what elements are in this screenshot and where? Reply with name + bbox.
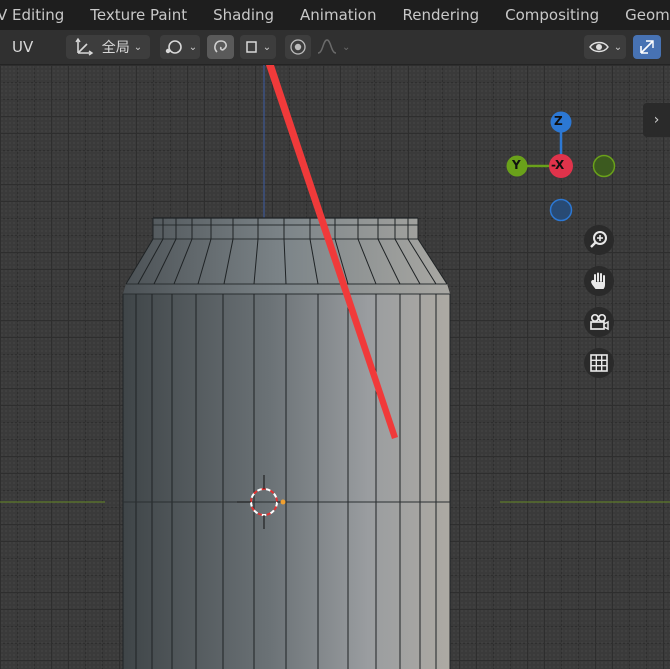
chevron-down-icon: ⌄ [133,41,143,53]
chevron-down-icon: ⌄ [342,41,351,53]
3d-viewport[interactable]: Z Y -X › [0,65,670,669]
bottle-mesh [122,217,451,669]
tab-shading[interactable]: Shading [200,0,287,30]
gizmo-pos-x [592,154,616,178]
tab-uv-editing[interactable]: V Editing [0,0,77,30]
gizmo-neg-z [549,198,573,222]
snap-target-dropdown[interactable]: ⌄ [160,35,200,59]
visibility-dropdown[interactable]: ⌄ [584,35,626,59]
tab-compositing[interactable]: Compositing [492,0,612,30]
gizmo-toggle-button[interactable] [633,35,661,59]
grid-icon [589,353,609,373]
snap-icon [163,37,185,57]
hand-icon [589,271,609,291]
chevron-down-icon: ⌄ [262,41,272,53]
gizmo-toggle-icon [637,37,657,57]
transform-orientation-icon [74,37,94,57]
tab-geometry[interactable]: Geometry [612,0,670,30]
workspace-tabs-bar: V Editing Texture Paint Shading Animatio… [0,0,670,30]
tab-rendering[interactable]: Rendering [390,0,493,30]
gizmo-z-label: Z [554,114,563,128]
snap-mode-icon [245,38,259,56]
camera-icon [588,312,610,332]
orthographic-toggle-button[interactable] [584,348,614,378]
pivot-label: 全局 [101,40,130,56]
snap-mode-dropdown[interactable]: ⌄ [240,35,276,59]
falloff-icon [316,37,338,57]
chevron-down-icon: ⌄ [613,41,623,53]
magnet-icon [211,37,231,57]
snap-toggle-button[interactable] [207,35,234,59]
camera-view-button[interactable] [584,307,614,337]
chevron-right-icon: › [653,112,660,128]
transform-orientation-dropdown[interactable]: 全局 ⌄ [66,35,150,59]
uv-menu[interactable]: UV [12,35,33,59]
falloff-dropdown[interactable]: ⌄ [316,35,354,59]
uv-menu-label: UV [12,38,34,56]
tab-texture-paint[interactable]: Texture Paint [77,0,200,30]
tab-animation[interactable]: Animation [287,0,389,30]
proportional-edit-button[interactable] [285,35,311,59]
zoom-icon [589,230,609,250]
sidebar-toggle[interactable]: › [643,103,670,137]
proportional-edit-icon [289,38,307,56]
viewport-header: UV 全局 ⌄ ⌄ ⌄ ⌄ ⌄ [0,30,670,65]
zoom-button[interactable] [584,225,614,255]
visibility-icon [588,38,610,56]
gizmo-x-label: -X [551,158,565,172]
chevron-down-icon: ⌄ [188,41,198,53]
pan-button[interactable] [584,266,614,296]
gizmo-y-label: Y [512,158,521,172]
